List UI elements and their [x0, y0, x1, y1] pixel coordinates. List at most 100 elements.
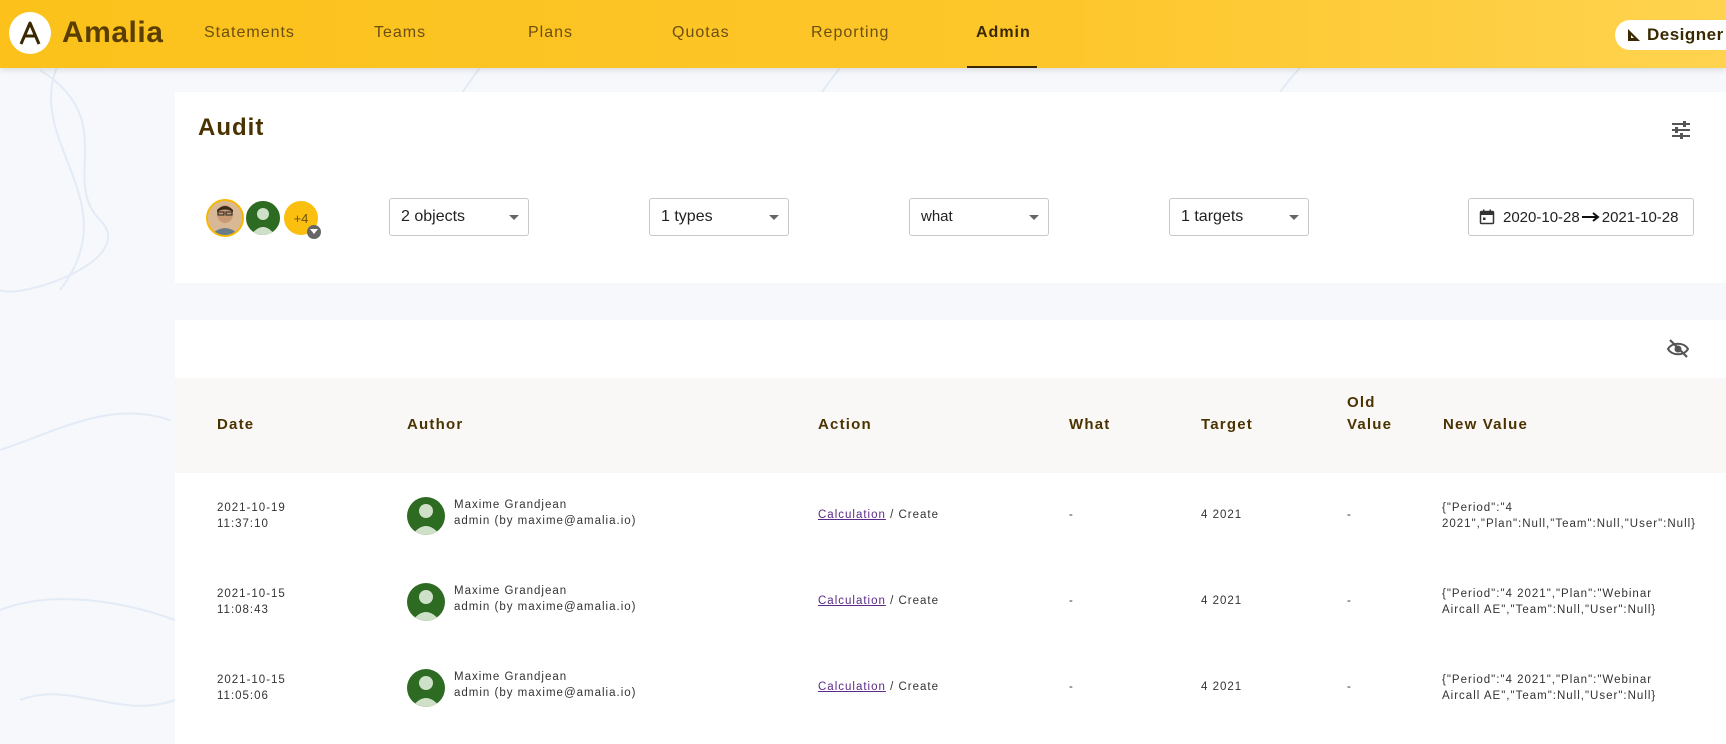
cell-new-value: {"Period":"4 2021","Plan":Null,"Team":Nu…	[1442, 500, 1696, 532]
arrow-right-icon	[1581, 212, 1600, 222]
cell-old-value: -	[1347, 681, 1352, 693]
what-select-value: what	[921, 208, 953, 225]
cell-action: Calculation / Create	[818, 679, 939, 695]
chevron-down-icon	[1029, 215, 1039, 220]
avatar[interactable]	[407, 669, 445, 707]
active-tab-indicator	[967, 66, 1037, 68]
objects-select[interactable]: 2 objects	[389, 198, 529, 236]
calculation-link[interactable]: Calculation	[818, 509, 886, 521]
audit-filter-card: Audit +4 2 objects 1 types what 1 target…	[175, 92, 1726, 283]
types-select[interactable]: 1 types	[649, 198, 789, 236]
user-placeholder-icon	[412, 590, 440, 621]
avatar[interactable]	[407, 497, 445, 535]
new-value-line2: Aircall AE","Team":Null,"User":Null}	[1442, 690, 1657, 702]
cell-date: 2021-10-19 11:37:10	[217, 500, 286, 532]
cell-what: -	[1069, 509, 1074, 521]
cell-author: Maxime Grandjean admin (by maxime@amalia…	[454, 669, 636, 701]
column-header-what[interactable]: What	[1069, 414, 1110, 436]
column-header-author[interactable]: Author	[407, 414, 463, 436]
cell-target: 4 2021	[1201, 595, 1243, 607]
nav-reporting[interactable]: Reporting	[811, 22, 889, 44]
page-title: Audit	[198, 114, 265, 141]
cell-new-value: {"Period":"4 2021","Plan":"Webinar Airca…	[1442, 672, 1656, 704]
audit-table-card: Date Author Action What Target Old Value…	[175, 320, 1726, 744]
nav-teams[interactable]: Teams	[374, 22, 426, 44]
date-range-end: 2021-10-28	[1601, 208, 1679, 226]
nav-statements[interactable]: Statements	[204, 22, 295, 44]
app-name: Amalia	[62, 16, 164, 49]
types-select-value: 1 types	[661, 208, 713, 225]
calculation-link[interactable]: Calculation	[818, 681, 886, 693]
new-value-line2: Aircall AE","Team":Null,"User":Null}	[1442, 604, 1657, 616]
column-header-date[interactable]: Date	[217, 414, 254, 436]
cell-action: Calculation / Create	[818, 507, 939, 523]
nav-admin[interactable]: Admin	[976, 22, 1031, 44]
user-placeholder-icon	[412, 676, 440, 707]
column-header-new-value[interactable]: New Value	[1443, 414, 1528, 436]
action-type: / Create	[885, 681, 940, 693]
chevron-down-icon	[1289, 215, 1299, 220]
action-type: / Create	[885, 509, 940, 521]
date-value: 2021-10-15	[217, 674, 286, 686]
chevron-down-icon[interactable]	[307, 225, 321, 239]
column-header-action[interactable]: Action	[818, 414, 872, 436]
author-name: Maxime Grandjean	[454, 499, 568, 511]
new-value-line2: 2021","Plan":Null,"Team":Null,"User":Nul…	[1442, 518, 1697, 530]
cell-what: -	[1069, 595, 1074, 607]
user-avatars-filter[interactable]: +4	[206, 199, 326, 241]
cell-author: Maxime Grandjean admin (by maxime@amalia…	[454, 583, 636, 615]
cell-old-value: -	[1347, 595, 1352, 607]
cell-date: 2021-10-15 11:05:06	[217, 672, 286, 704]
cell-target: 4 2021	[1201, 681, 1243, 693]
user-photo-icon	[208, 201, 242, 235]
amalia-logo-icon	[19, 21, 41, 45]
author-role: admin (by maxime@amalia.io)	[454, 687, 637, 699]
targets-select-value: 1 targets	[1181, 208, 1244, 225]
date-value: 2021-10-15	[217, 588, 286, 600]
time-value: 11:05:06	[217, 690, 269, 702]
user-placeholder-icon	[251, 208, 275, 235]
action-type: / Create	[885, 595, 940, 607]
date-range-start: 2020-10-28	[1503, 208, 1580, 226]
cell-what: -	[1069, 681, 1074, 693]
table-row[interactable]: 2021-10-19 11:37:10 Maxime Grandjean adm…	[175, 473, 1726, 559]
new-value-line1: {"Period":"4 2021","Plan":"Webinar	[1442, 674, 1653, 686]
nav-quotas[interactable]: Quotas	[672, 22, 730, 44]
what-select[interactable]: what	[909, 198, 1049, 236]
designer-label: Designer	[1647, 25, 1724, 44]
new-value-line1: {"Period":"4	[1442, 502, 1513, 514]
new-value-line1: {"Period":"4 2021","Plan":"Webinar	[1442, 588, 1653, 600]
column-header-old-value-line1: Old	[1347, 394, 1376, 411]
date-range-picker[interactable]: 2020-10-28 2021-10-28	[1468, 198, 1694, 236]
eye-off-icon[interactable]	[1666, 337, 1690, 361]
set-square-icon	[1628, 29, 1640, 41]
chevron-down-icon	[509, 215, 519, 220]
tune-sliders-icon[interactable]	[1669, 118, 1693, 142]
cell-old-value: -	[1347, 509, 1352, 521]
user-placeholder-icon	[412, 504, 440, 535]
author-name: Maxime Grandjean	[454, 585, 568, 597]
table-row[interactable]: 2021-10-15 11:05:06 Maxime Grandjean adm…	[175, 645, 1726, 731]
designer-button[interactable]: Designer	[1615, 20, 1726, 50]
cell-author: Maxime Grandjean admin (by maxime@amalia…	[454, 497, 636, 529]
column-header-target[interactable]: Target	[1201, 414, 1253, 436]
avatar[interactable]	[206, 199, 244, 237]
avatar[interactable]	[407, 583, 445, 621]
calculation-link[interactable]: Calculation	[818, 595, 886, 607]
time-value: 11:37:10	[217, 518, 269, 530]
cell-action: Calculation / Create	[818, 593, 939, 609]
logo[interactable]	[9, 12, 51, 54]
table-header: Date Author Action What Target Old Value…	[175, 378, 1726, 473]
chevron-down-icon	[769, 215, 779, 220]
table-row[interactable]: 2021-10-15 11:08:43 Maxime Grandjean adm…	[175, 559, 1726, 645]
cell-new-value: {"Period":"4 2021","Plan":"Webinar Airca…	[1442, 586, 1656, 618]
date-value: 2021-10-19	[217, 502, 286, 514]
cell-date: 2021-10-15 11:08:43	[217, 586, 286, 618]
column-header-old-value-line2: Value	[1347, 416, 1393, 433]
author-role: admin (by maxime@amalia.io)	[454, 515, 637, 527]
column-header-old-value[interactable]: Old Value	[1347, 392, 1392, 436]
avatar[interactable]	[244, 199, 282, 237]
calendar-icon	[1479, 209, 1495, 225]
targets-select[interactable]: 1 targets	[1169, 198, 1309, 236]
nav-plans[interactable]: Plans	[528, 22, 573, 44]
